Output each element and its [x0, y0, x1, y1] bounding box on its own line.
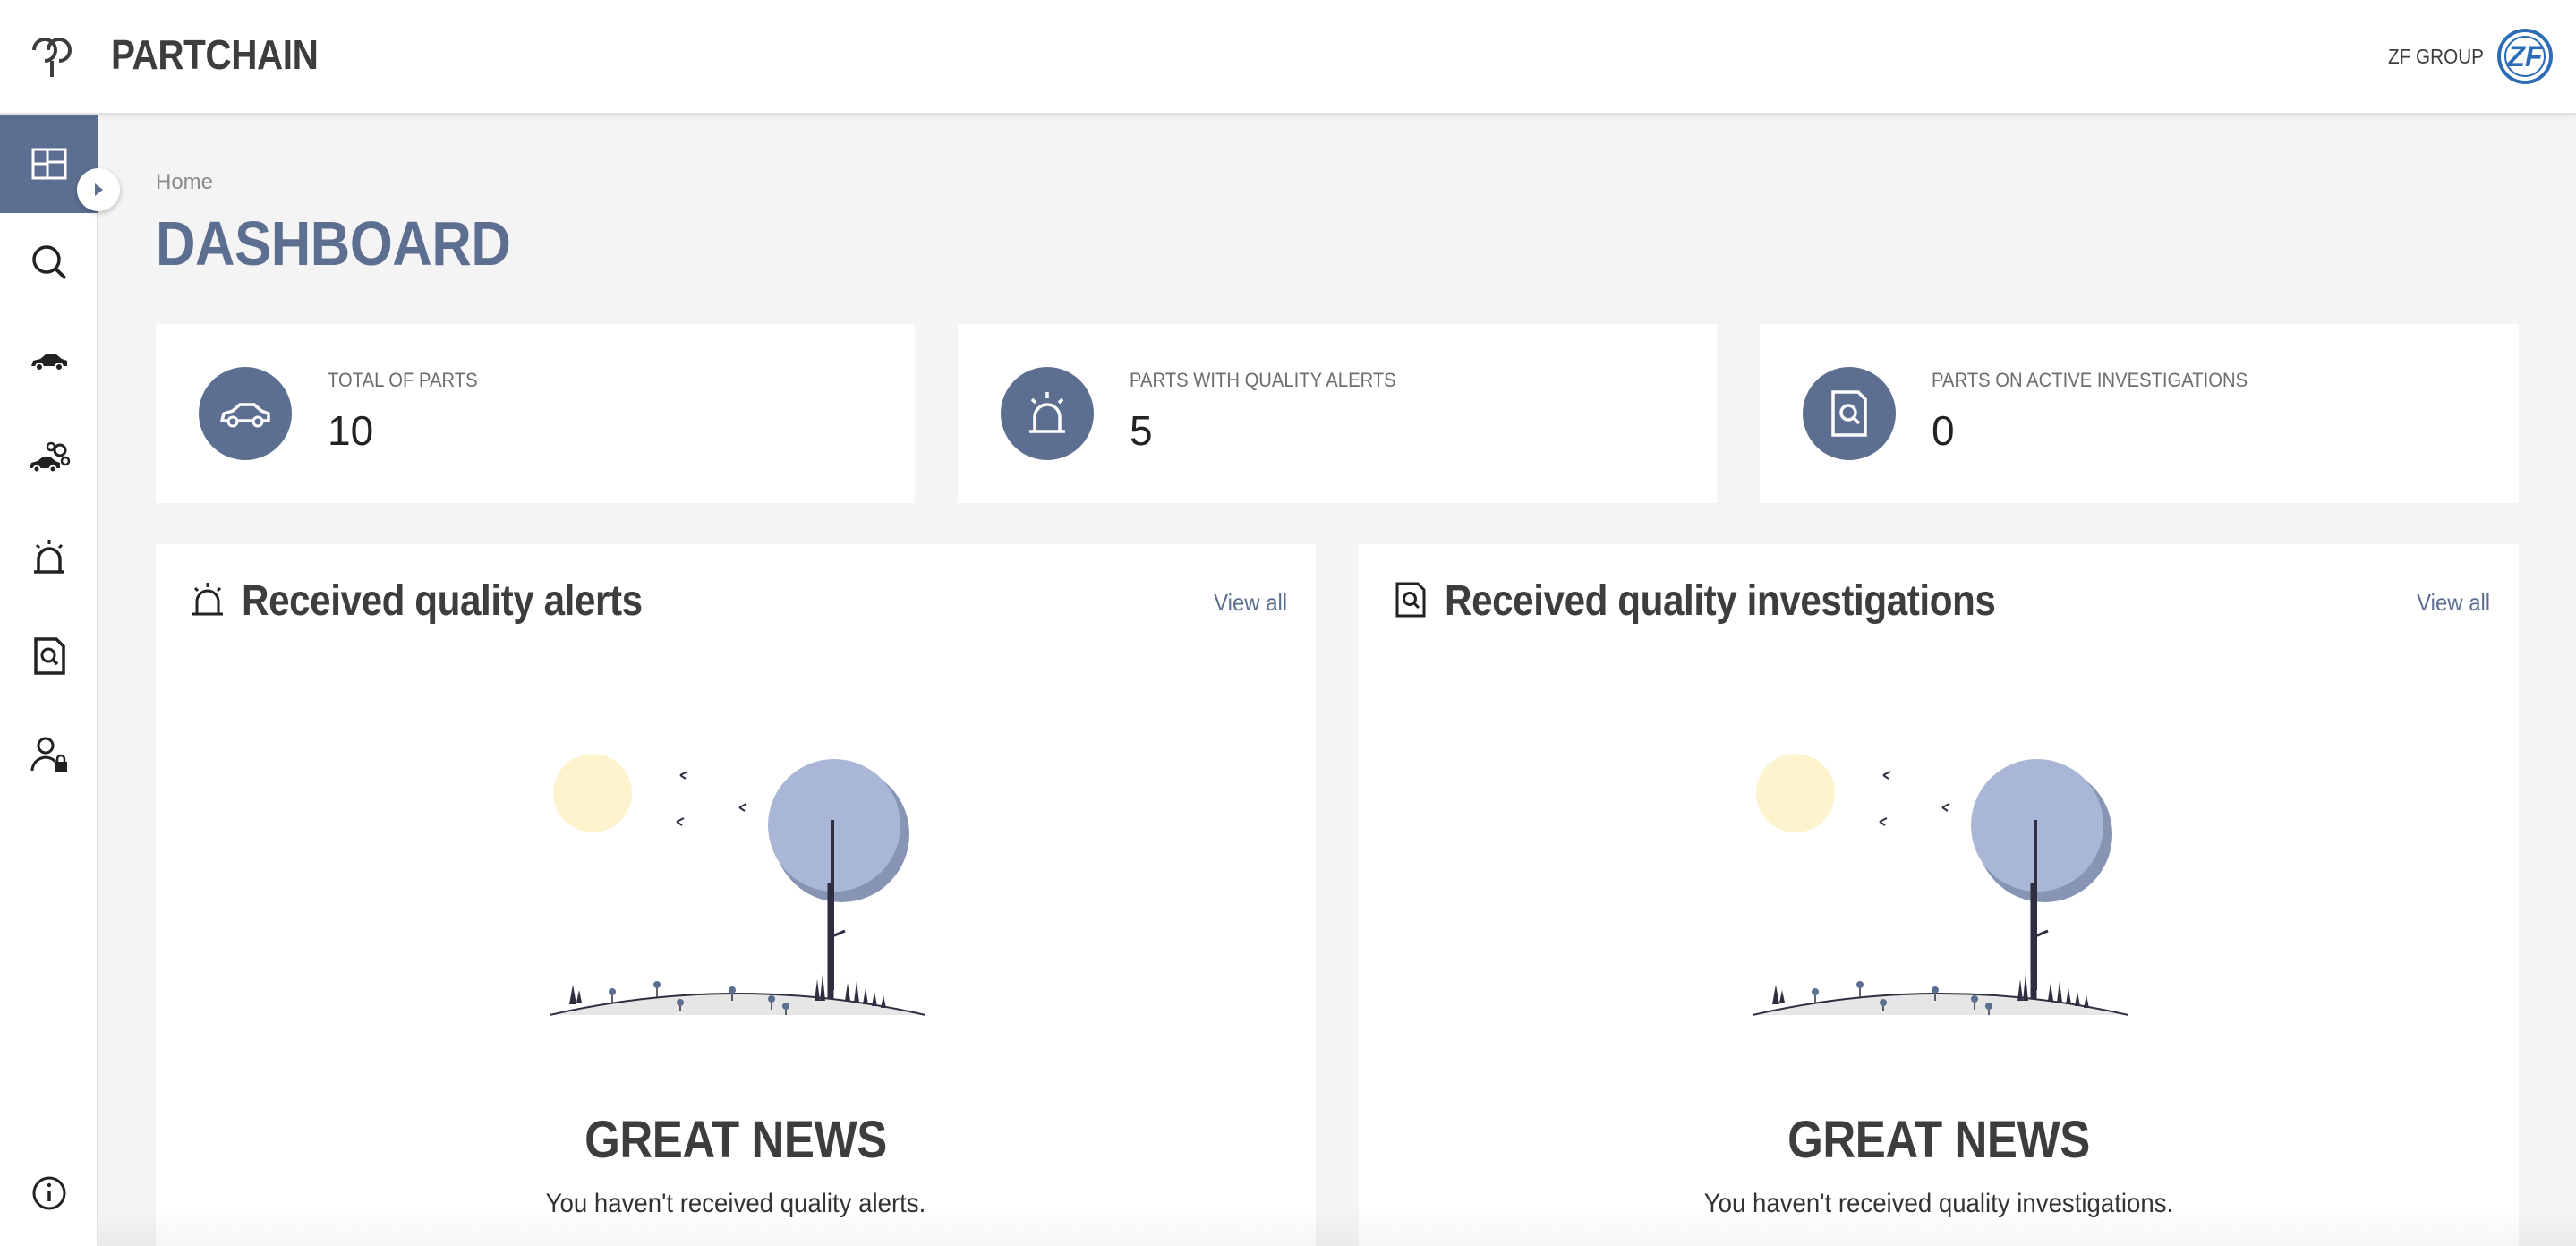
sidebar-item-about[interactable] — [0, 1144, 98, 1242]
view-all-link[interactable]: View all — [1214, 589, 1287, 617]
sidebar-item-alerts[interactable] — [0, 508, 98, 607]
zf-logo[interactable]: ZF — [2497, 29, 2553, 84]
sidebar — [0, 115, 98, 1246]
sidebar-toggle-button[interactable] — [77, 168, 120, 211]
stat-card-total-parts: TOTAL OF PARTS 10 — [156, 324, 915, 503]
empty-state-illustration — [1753, 754, 2128, 1016]
zf-logo-text: ZF — [2507, 39, 2543, 73]
empty-state-message: You haven't received quality investigati… — [1703, 1189, 2174, 1218]
document-search-icon — [34, 637, 65, 675]
company-name: ZF GROUP — [2388, 45, 2484, 68]
dashboard-icon — [31, 148, 67, 180]
document-search-icon — [1831, 390, 1867, 437]
stat-icon-circle — [199, 367, 292, 460]
panel-title: Received quality investigations — [1445, 577, 1996, 625]
received-investigations-panel: Received quality investigations View all… — [1359, 544, 2519, 1246]
stat-card-active-investigations: PARTS ON ACTIVE INVESTIGATIONS 0 — [1760, 324, 2519, 503]
sidebar-item-investigations[interactable] — [0, 607, 98, 705]
user-admin-icon — [30, 737, 67, 772]
siren-icon — [34, 540, 64, 574]
stat-icon-circle — [1001, 367, 1094, 460]
app-header: PARTCHAIN ZF GROUP ZF — [0, 0, 2576, 115]
sidebar-item-other-parts[interactable] — [0, 410, 98, 508]
empty-state-title: GREAT NEWS — [584, 1111, 887, 1169]
empty-state-title: GREAT NEWS — [1787, 1111, 2090, 1169]
document-search-icon — [1395, 582, 1426, 618]
stat-value: 10 — [328, 407, 374, 454]
stat-label: TOTAL OF PARTS — [328, 369, 478, 391]
panel-title: Received quality alerts — [242, 577, 643, 625]
sidebar-item-admin[interactable] — [0, 705, 98, 804]
stat-label: PARTS WITH QUALITY ALERTS — [1130, 369, 1396, 391]
sidebar-item-parts[interactable] — [0, 312, 98, 410]
view-all-link[interactable]: View all — [2417, 589, 2490, 617]
stat-card-quality-alerts: PARTS WITH QUALITY ALERTS 5 — [958, 324, 1717, 503]
stat-label: PARTS ON ACTIVE INVESTIGATIONS — [1932, 369, 2248, 391]
car-icon — [220, 403, 270, 428]
empty-state-illustration — [550, 754, 925, 1016]
siren-icon — [192, 583, 223, 616]
empty-state-message: You haven't received quality alerts. — [545, 1189, 926, 1218]
sidebar-item-search[interactable] — [0, 213, 98, 312]
breadcrumb[interactable]: Home — [156, 170, 213, 195]
siren-icon — [1029, 392, 1065, 433]
stat-icon-circle — [1803, 367, 1896, 460]
chevron-right-icon — [95, 183, 103, 196]
partchain-logo-icon[interactable] — [25, 30, 79, 81]
info-icon — [32, 1176, 66, 1210]
received-alerts-panel: Received quality alerts View all GREAT N… — [156, 544, 1316, 1246]
app-title[interactable]: PARTCHAIN — [111, 30, 319, 79]
car-icon — [31, 354, 67, 371]
stat-value: 0 — [1932, 407, 1955, 454]
car-parts-icon — [30, 441, 71, 474]
page-title: DASHBOARD — [156, 209, 511, 278]
stat-value: 5 — [1130, 407, 1153, 454]
search-icon — [32, 245, 67, 280]
